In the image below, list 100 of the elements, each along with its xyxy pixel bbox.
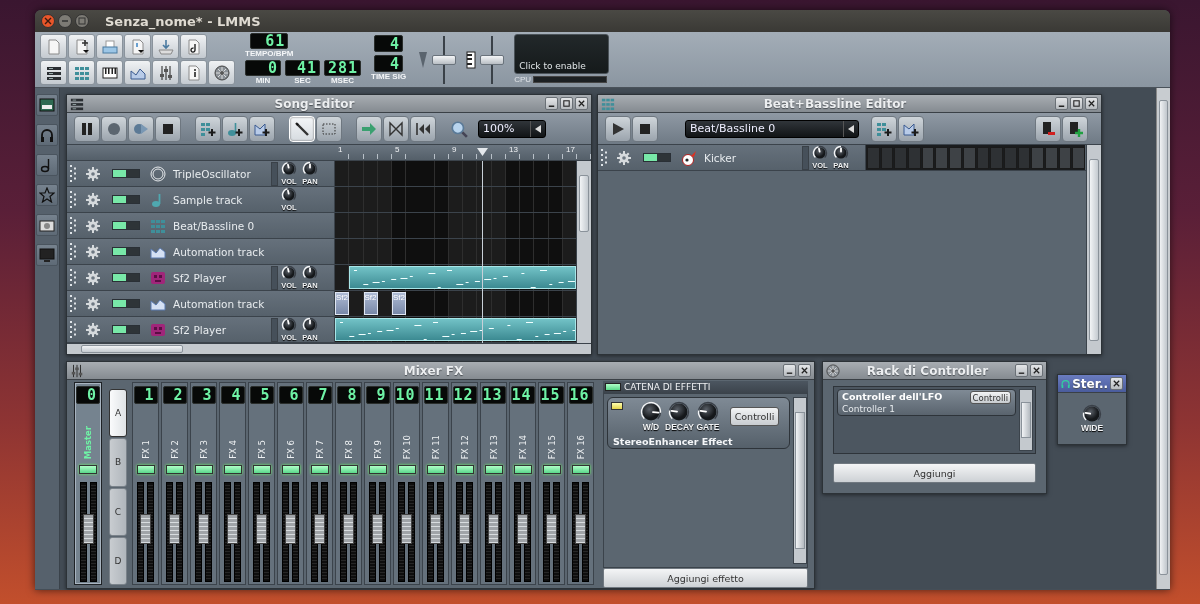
slider-handle[interactable] <box>480 55 505 65</box>
channel-led[interactable] <box>542 465 561 474</box>
scrollbar[interactable] <box>793 397 807 564</box>
channel-led[interactable] <box>339 465 358 474</box>
knob[interactable] <box>697 400 719 423</box>
fader-handle[interactable] <box>169 513 180 544</box>
volume-fader[interactable] <box>366 482 389 582</box>
knob[interactable] <box>302 317 318 333</box>
volume-fader[interactable] <box>482 482 505 582</box>
knob[interactable] <box>640 400 662 423</box>
channel-led[interactable] <box>79 465 97 474</box>
channel-led[interactable] <box>426 465 445 474</box>
fader-handle[interactable] <box>575 513 586 544</box>
mixer-channel[interactable]: 15 FX 15 <box>538 382 565 585</box>
volume-fader[interactable] <box>424 482 447 582</box>
mute-toggle[interactable] <box>112 195 140 204</box>
add-controller-button[interactable]: Aggiungi <box>833 463 1036 483</box>
add-automation-track-button[interactable] <box>898 115 924 142</box>
controls-button[interactable]: Controlli <box>969 391 1011 404</box>
mixer-channel[interactable]: 0 Master <box>74 382 102 585</box>
maximize-button[interactable] <box>1070 97 1083 110</box>
mute-toggle[interactable] <box>112 221 140 230</box>
scrollbar[interactable] <box>67 343 591 354</box>
volume-slider[interactable] <box>432 36 457 84</box>
fader-handle[interactable] <box>198 513 209 544</box>
mute-toggle[interactable] <box>112 299 140 308</box>
fader-handle[interactable] <box>430 513 441 544</box>
channel-led[interactable] <box>310 465 329 474</box>
save-button[interactable] <box>152 34 179 59</box>
loop-points-button[interactable] <box>383 115 409 142</box>
mixer-channel[interactable]: 1 FX 1 <box>132 382 159 585</box>
mute-toggle[interactable] <box>112 325 140 334</box>
channel-led[interactable] <box>484 465 503 474</box>
mixer-channel[interactable]: 11 FX 11 <box>422 382 449 585</box>
bank-tab[interactable]: B <box>109 438 127 487</box>
project-notes-button[interactable] <box>180 60 207 85</box>
close-button[interactable] <box>575 97 588 110</box>
knob[interactable] <box>668 400 691 423</box>
favorites-button[interactable] <box>36 184 58 206</box>
template-button[interactable] <box>68 34 95 59</box>
piano-roll-button[interactable] <box>96 60 123 85</box>
channel-led[interactable] <box>136 465 155 474</box>
fader-handle[interactable] <box>140 513 151 544</box>
mute-toggle[interactable] <box>112 273 140 282</box>
scrollbar[interactable] <box>1156 88 1170 589</box>
home-button[interactable] <box>36 214 58 236</box>
mixer-channel[interactable]: 4 FX 4 <box>219 382 246 585</box>
knob[interactable] <box>1082 404 1102 424</box>
fader-handle[interactable] <box>546 513 557 544</box>
beat-bassline-dropdown[interactable]: Beat/Bassline 0 <box>685 119 859 138</box>
mixer-channel[interactable]: 3 FX 3 <box>190 382 217 585</box>
pitch-slider[interactable] <box>480 36 505 84</box>
channel-led[interactable] <box>165 465 184 474</box>
knob[interactable] <box>281 187 297 203</box>
minimize-button[interactable] <box>783 364 796 377</box>
zoom-dropdown[interactable]: 100% <box>478 119 546 138</box>
samples-button[interactable] <box>36 124 58 146</box>
mixer-channel[interactable]: 12 FX 12 <box>451 382 478 585</box>
scrollbar[interactable] <box>1086 145 1101 354</box>
melody-clip[interactable] <box>335 318 576 341</box>
fader-handle[interactable] <box>372 513 383 544</box>
fader-handle[interactable] <box>314 513 325 544</box>
maximize-button[interactable] <box>75 14 89 28</box>
minimize-button[interactable] <box>1015 364 1028 377</box>
volume-fader[interactable] <box>192 482 215 582</box>
close-button[interactable] <box>1085 97 1098 110</box>
channel-led[interactable] <box>252 465 271 474</box>
fader-handle[interactable] <box>517 513 528 544</box>
song-editor-button[interactable] <box>40 60 67 85</box>
mixer-channel[interactable]: 6 FX 6 <box>277 382 304 585</box>
fader-handle[interactable] <box>401 513 412 544</box>
effect-toggle[interactable] <box>611 402 623 410</box>
maximize-button[interactable] <box>560 97 573 110</box>
volume-fader[interactable] <box>569 482 592 582</box>
mixer-channel[interactable]: 5 FX 5 <box>248 382 275 585</box>
presets-button[interactable] <box>36 154 58 176</box>
instruments-button[interactable] <box>36 94 58 116</box>
minimize-button[interactable] <box>545 97 558 110</box>
stop-button[interactable] <box>632 115 658 142</box>
draw-tool-button[interactable] <box>289 115 315 142</box>
fader-handle[interactable] <box>82 513 94 544</box>
record-button[interactable] <box>101 115 127 142</box>
mixer-channel[interactable]: 7 FX 7 <box>306 382 333 585</box>
controls-button[interactable]: Controlli <box>729 406 780 426</box>
mixer-channel[interactable]: 10 FX 10 <box>393 382 420 585</box>
channel-led[interactable] <box>194 465 213 474</box>
close-button[interactable] <box>1110 377 1123 390</box>
mixer-channel[interactable]: 8 FX 8 <box>335 382 362 585</box>
minimize-button[interactable] <box>1055 97 1068 110</box>
add-steps-button[interactable] <box>1062 115 1088 142</box>
remove-steps-button[interactable] <box>1035 115 1061 142</box>
volume-fader[interactable] <box>134 482 157 582</box>
knob[interactable] <box>302 265 318 281</box>
channel-led[interactable] <box>513 465 532 474</box>
knob[interactable] <box>833 145 849 161</box>
volume-fader[interactable] <box>395 482 418 582</box>
add-effect-button[interactable]: Aggiungi effetto <box>603 568 808 588</box>
stop-button[interactable] <box>155 115 181 142</box>
mixer-channel[interactable]: 16 FX 16 <box>567 382 594 585</box>
close-button[interactable] <box>798 364 811 377</box>
